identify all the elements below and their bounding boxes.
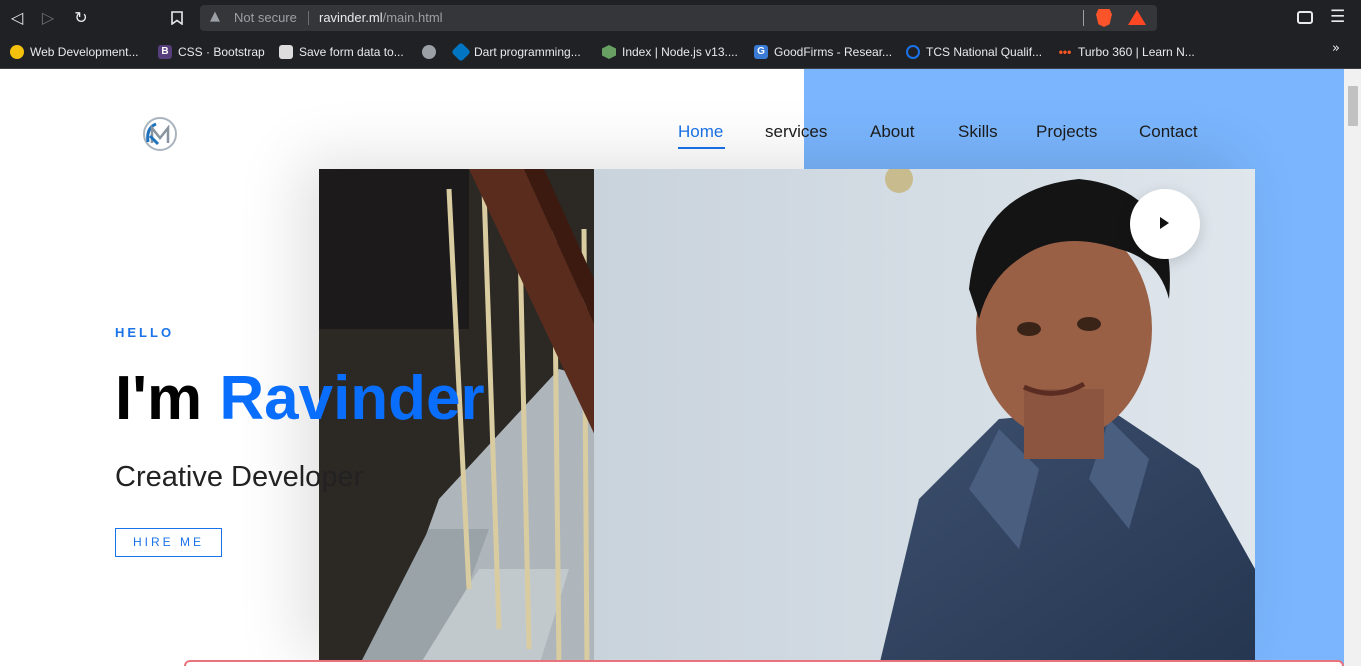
bookmark-label: Index | Node.js v13....: [622, 45, 738, 59]
forward-icon[interactable]: ▷: [37, 7, 59, 29]
bookmark-item[interactable]: [422, 42, 436, 62]
site-logo[interactable]: [142, 116, 178, 152]
bookmark-label: Dart programming...: [474, 45, 581, 59]
back-icon[interactable]: ◁: [6, 7, 28, 29]
warning-icon: ▲: [210, 9, 220, 24]
address-divider: [1083, 10, 1084, 26]
bookmark-label: CSS · Bootstrap: [178, 45, 265, 59]
bootstrap-favicon-icon: B: [158, 45, 172, 59]
nav-active-indicator: [678, 147, 725, 149]
more-bookmarks-icon[interactable]: »: [1332, 41, 1340, 56]
nav-projects[interactable]: Projects: [1036, 122, 1097, 142]
headline-name: Ravinder: [219, 364, 485, 433]
menu-icon[interactable]: ☰: [1330, 7, 1345, 27]
bookmark-item[interactable]: TCS National Qualif...: [906, 42, 1042, 62]
goodfirms-favicon-icon: G: [754, 45, 768, 59]
bookmark-label: Web Development...: [30, 45, 139, 59]
brave-shields-icon[interactable]: [1096, 9, 1112, 27]
dart-favicon-icon: [451, 42, 471, 62]
bookmark-item[interactable]: ••• Turbo 360 | Learn N...: [1058, 42, 1195, 62]
url-text: ravinder.ml/main.html: [319, 10, 443, 25]
hero-greeting: HELLO: [115, 325, 175, 340]
address-bar[interactable]: ▲ Not secure ravinder.ml/main.html: [200, 5, 1157, 31]
nav-skills[interactable]: Skills: [958, 122, 998, 142]
page-viewport: Home services About Skills Projects Cont…: [0, 69, 1361, 666]
nav-about[interactable]: About: [870, 122, 914, 142]
bookmark-label: GoodFirms - Resear...: [774, 45, 893, 59]
bookmark-item[interactable]: Save form data to...: [279, 42, 404, 62]
globe-favicon-icon: [422, 45, 436, 59]
bookmark-item[interactable]: B CSS · Bootstrap: [158, 42, 265, 62]
headline-prefix: I'm: [115, 364, 203, 433]
wallet-icon[interactable]: [1297, 11, 1313, 24]
avatar-favicon-icon: [279, 45, 293, 59]
bookmark-item[interactable]: Web Development...: [10, 42, 139, 62]
reload-icon[interactable]: ↻: [70, 7, 92, 29]
hero-subtitle: Creative Developer: [115, 461, 364, 493]
security-status: Not secure: [234, 10, 297, 25]
play-icon: [1160, 217, 1169, 229]
scrollbar-thumb[interactable]: [1348, 86, 1358, 126]
browser-toolbar: ◁ ▷ ↻ ▲ Not secure ravinder.ml/main.html…: [0, 0, 1361, 36]
bookmark-item[interactable]: G GoodFirms - Resear...: [754, 42, 892, 62]
page-scrollbar[interactable]: [1344, 69, 1361, 666]
bookmark-icon[interactable]: [166, 7, 188, 29]
nav-home[interactable]: Home: [678, 122, 723, 142]
bookmark-label: TCS National Qualif...: [926, 45, 1043, 59]
nav-contact[interactable]: Contact: [1139, 122, 1198, 142]
bookmarks-bar: Web Development... B CSS · Bootstrap Sav…: [0, 36, 1361, 69]
play-video-button[interactable]: [1130, 189, 1200, 259]
hire-me-button[interactable]: HIRE ME: [115, 528, 222, 557]
hero-headline: I'm Ravinder: [115, 363, 485, 434]
brave-rewards-icon[interactable]: [1128, 10, 1146, 25]
nav-services[interactable]: services: [765, 122, 827, 142]
bookmark-item[interactable]: Index | Node.js v13....: [602, 42, 738, 62]
tcs-favicon-icon: [906, 45, 920, 59]
nodejs-favicon-icon: [602, 45, 616, 59]
bookmark-label: Save form data to...: [299, 45, 404, 59]
bookmark-label: Turbo 360 | Learn N...: [1078, 45, 1195, 59]
owl-favicon-icon: [10, 45, 24, 59]
bookmark-item[interactable]: Dart programming...: [451, 42, 581, 62]
address-separator: [308, 11, 309, 25]
next-section-edge: [184, 660, 1344, 666]
turbo-favicon-icon: •••: [1058, 45, 1072, 59]
